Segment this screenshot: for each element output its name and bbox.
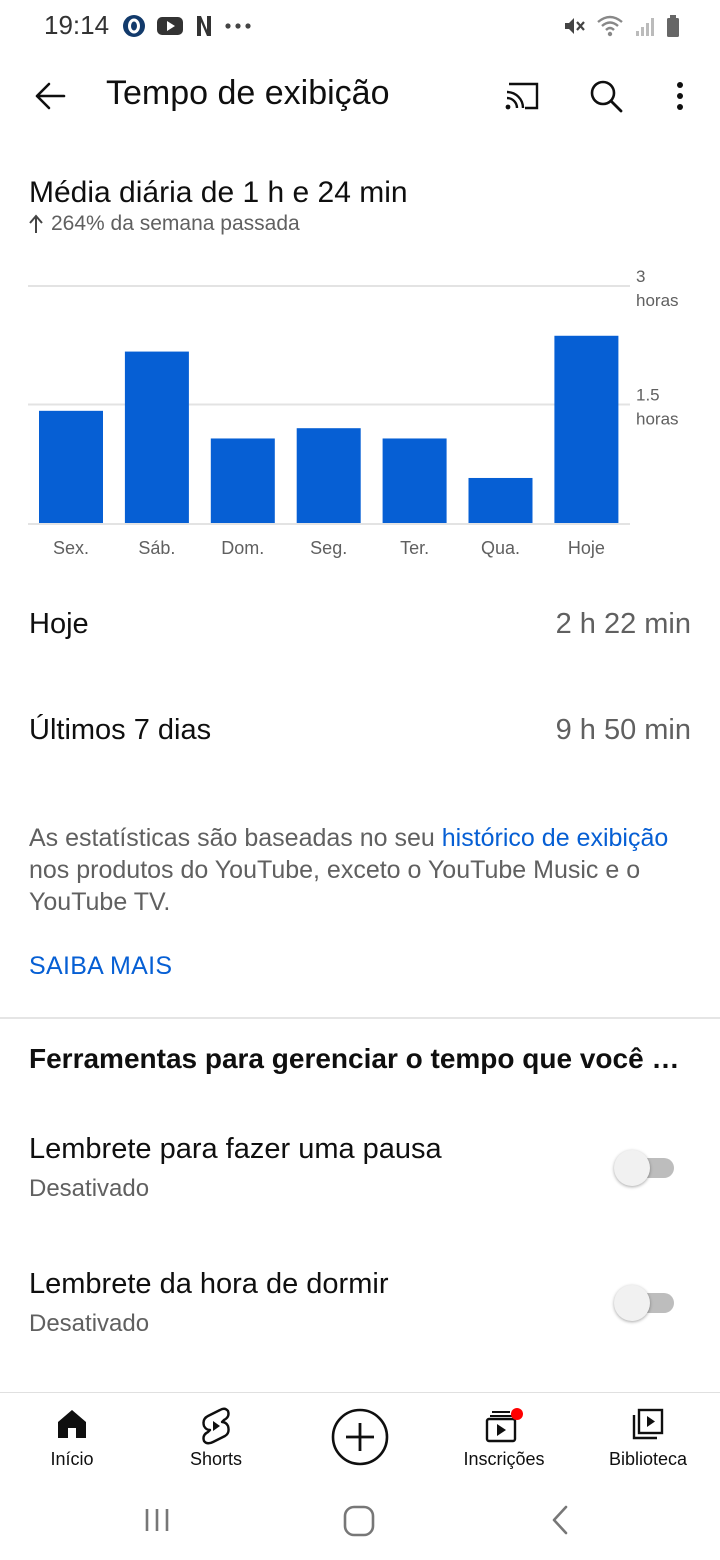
tools-heading: Ferramentas para gerenciar o tempo que v…	[29, 1043, 689, 1074]
netflix-icon	[197, 16, 211, 36]
learn-more-link[interactable]: SAIBA MAIS	[29, 952, 172, 981]
system-navigation	[0, 1488, 720, 1560]
watch-history-link[interactable]: histórico de exibição	[442, 824, 669, 852]
bar-Sex.	[39, 410, 103, 523]
back-nav-icon[interactable]	[548, 1504, 572, 1536]
bar-Ter.	[382, 438, 447, 523]
shorts-icon	[202, 1407, 230, 1445]
bedtime-reminder-status: Desativado	[29, 1310, 150, 1337]
bar-Hoje	[554, 335, 619, 523]
nav-shorts[interactable]: Shorts	[144, 1393, 288, 1489]
bedtime-reminder-label[interactable]: Lembrete da hora de dormir	[29, 1268, 388, 1301]
more-options-button[interactable]	[656, 72, 704, 120]
x-tick-label: Qua.	[481, 538, 520, 558]
y-tick-label: 1.5	[636, 386, 660, 405]
section-divider	[0, 1017, 720, 1019]
mute-icon	[565, 18, 585, 34]
nav-library[interactable]: Biblioteca	[576, 1393, 720, 1489]
bottom-navigation: Início Shorts Inscrições Biblioteca	[0, 1392, 720, 1489]
nav-subscriptions[interactable]: Inscrições	[432, 1393, 576, 1489]
nav-create[interactable]	[288, 1393, 432, 1489]
cast-button[interactable]	[498, 72, 546, 120]
nav-home[interactable]: Início	[0, 1393, 144, 1489]
search-icon	[590, 80, 623, 113]
system-icons	[562, 12, 680, 40]
stat-today-value: 2 h 22 min	[555, 608, 691, 640]
create-icon	[331, 1408, 389, 1466]
nav-library-label: Biblioteca	[608, 1449, 688, 1469]
status-time: 19:14	[44, 10, 110, 40]
subscriptions-icon	[485, 1408, 523, 1443]
y-tick-label: horas	[636, 291, 679, 310]
nav-shorts-label: Shorts	[189, 1449, 243, 1469]
home-icon	[58, 1410, 86, 1438]
outlook-icon	[123, 15, 145, 37]
wifi-icon	[597, 15, 623, 37]
notification-icons	[122, 12, 252, 40]
signal-icon	[636, 18, 654, 36]
back-button[interactable]	[26, 72, 74, 120]
stat-week-label: Últimos 7 dias	[29, 714, 212, 746]
break-reminder-toggle[interactable]	[614, 1150, 674, 1186]
x-tick-label: Sáb.	[138, 538, 175, 558]
info-suffix: nos produtos do YouTube, exceto o YouTub…	[29, 856, 641, 916]
youtube-icon	[157, 17, 183, 35]
library-icon	[632, 1408, 664, 1440]
more-vert-icon	[677, 82, 683, 110]
home-circle-icon[interactable]	[342, 1504, 376, 1538]
battery-icon	[667, 15, 679, 37]
weekly-trend-text: 264% da semana passada	[51, 212, 300, 235]
weekly-trend: 264% da semana passada	[29, 212, 300, 236]
x-tick-label: Ter.	[400, 538, 429, 558]
x-tick-label: Seg.	[310, 538, 347, 558]
more-notifications-icon	[225, 23, 251, 29]
page-title: Tempo de exibição	[106, 74, 390, 112]
x-tick-label: Sex.	[53, 538, 89, 558]
arrow-back-icon	[35, 82, 66, 110]
bar-Seg.	[296, 428, 361, 523]
x-tick-label: Dom.	[221, 538, 264, 558]
bar-Dom.	[210, 438, 275, 523]
nav-home-label: Início	[50, 1449, 94, 1469]
watch-time-chart: 3 horas 1.5 horas Sex. Sáb. Dom. Seg. Ter. Qua. Ho…	[28, 267, 679, 558]
stats-info-text: As estatísticas são baseadas no seu hist…	[29, 822, 689, 918]
nav-subscriptions-label: Inscrições	[463, 1449, 545, 1469]
stat-today-label: Hoje	[29, 608, 89, 640]
toggle-knob	[614, 1150, 650, 1186]
break-reminder-status: Desativado	[29, 1175, 150, 1202]
break-reminder-label[interactable]: Lembrete para fazer uma pausa	[29, 1133, 442, 1166]
bar-Qua.	[468, 477, 533, 523]
x-tick-label: Hoje	[568, 538, 605, 558]
bar-Sáb.	[124, 351, 189, 523]
stat-week-value: 9 h 50 min	[555, 714, 691, 746]
bedtime-reminder-toggle[interactable]	[614, 1285, 674, 1321]
daily-average: Média diária de 1 h e 24 min	[29, 176, 408, 209]
y-tick-label: 3	[636, 267, 645, 286]
cast-icon	[505, 82, 539, 110]
recent-apps-icon[interactable]	[142, 1506, 172, 1534]
toggle-knob	[614, 1285, 650, 1321]
search-button[interactable]	[582, 72, 630, 120]
info-prefix: As estatísticas são baseadas no seu	[29, 824, 442, 852]
y-tick-label: horas	[636, 410, 679, 429]
arrow-up-icon	[29, 214, 43, 233]
